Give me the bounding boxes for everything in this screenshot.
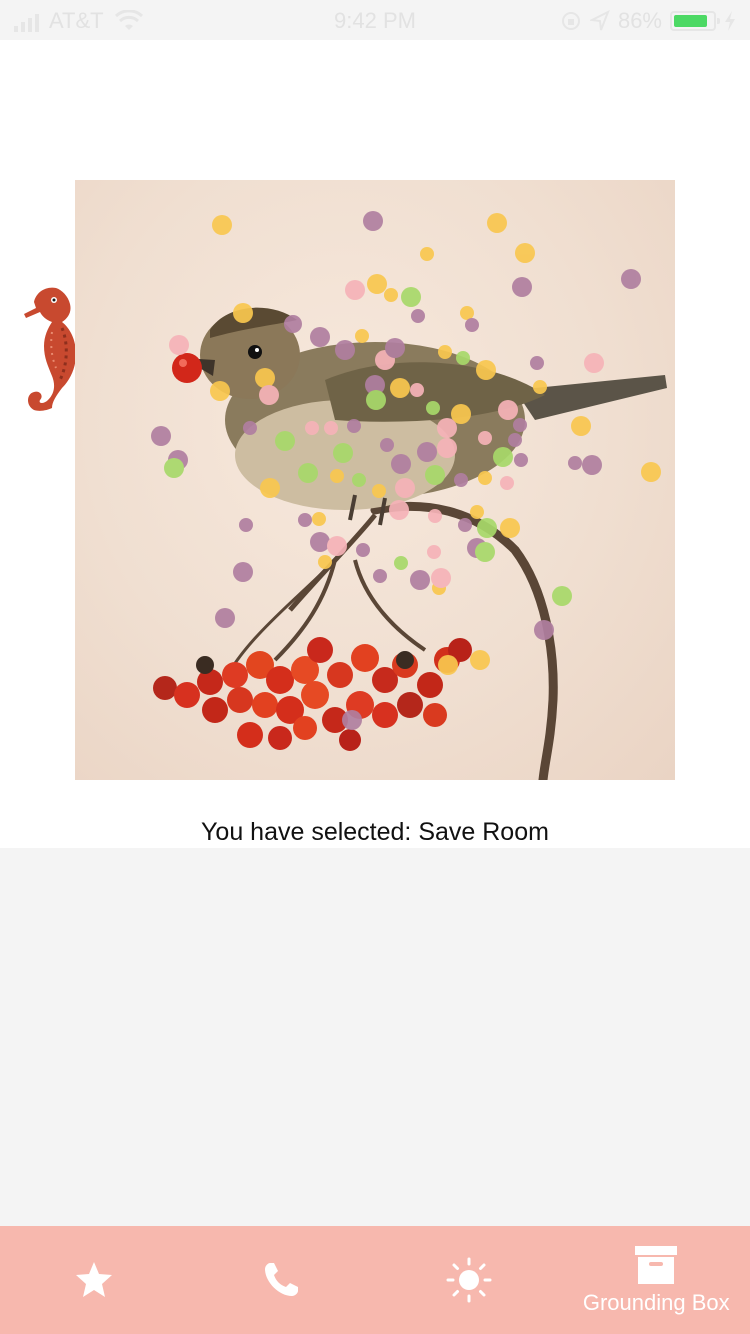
seahorse-icon: [24, 287, 76, 411]
bird-illustration: [151, 211, 667, 780]
tab-grounding-box[interactable]: Grounding Box: [563, 1226, 750, 1334]
tab-brightness[interactable]: [375, 1226, 563, 1334]
sun-icon: [446, 1257, 492, 1303]
status-right: 86%: [560, 8, 736, 34]
battery-icon: [670, 11, 720, 31]
tab-bar: Grounding Box: [0, 1226, 750, 1334]
phone-icon: [265, 1263, 299, 1296]
location-icon: [589, 10, 610, 31]
battery-fill: [674, 15, 707, 27]
archive-box-icon: [635, 1246, 678, 1284]
status-bar: AT&T 9:42 PM 86%: [0, 0, 750, 40]
tab-phone[interactable]: [188, 1226, 376, 1334]
empty-content-area: [0, 848, 750, 1226]
selection-status-text: You have selected: Save Room: [201, 818, 549, 846]
charging-icon: [725, 11, 735, 31]
bird-photo: [75, 180, 675, 780]
orientation-lock-icon: [561, 12, 580, 30]
tab-favorites[interactable]: [0, 1226, 188, 1334]
tab-grounding-box-label: Grounding Box: [582, 1290, 730, 1315]
battery-percent: 86%: [617, 8, 662, 33]
berry-cluster: [153, 637, 472, 751]
star-icon: [75, 1262, 112, 1297]
